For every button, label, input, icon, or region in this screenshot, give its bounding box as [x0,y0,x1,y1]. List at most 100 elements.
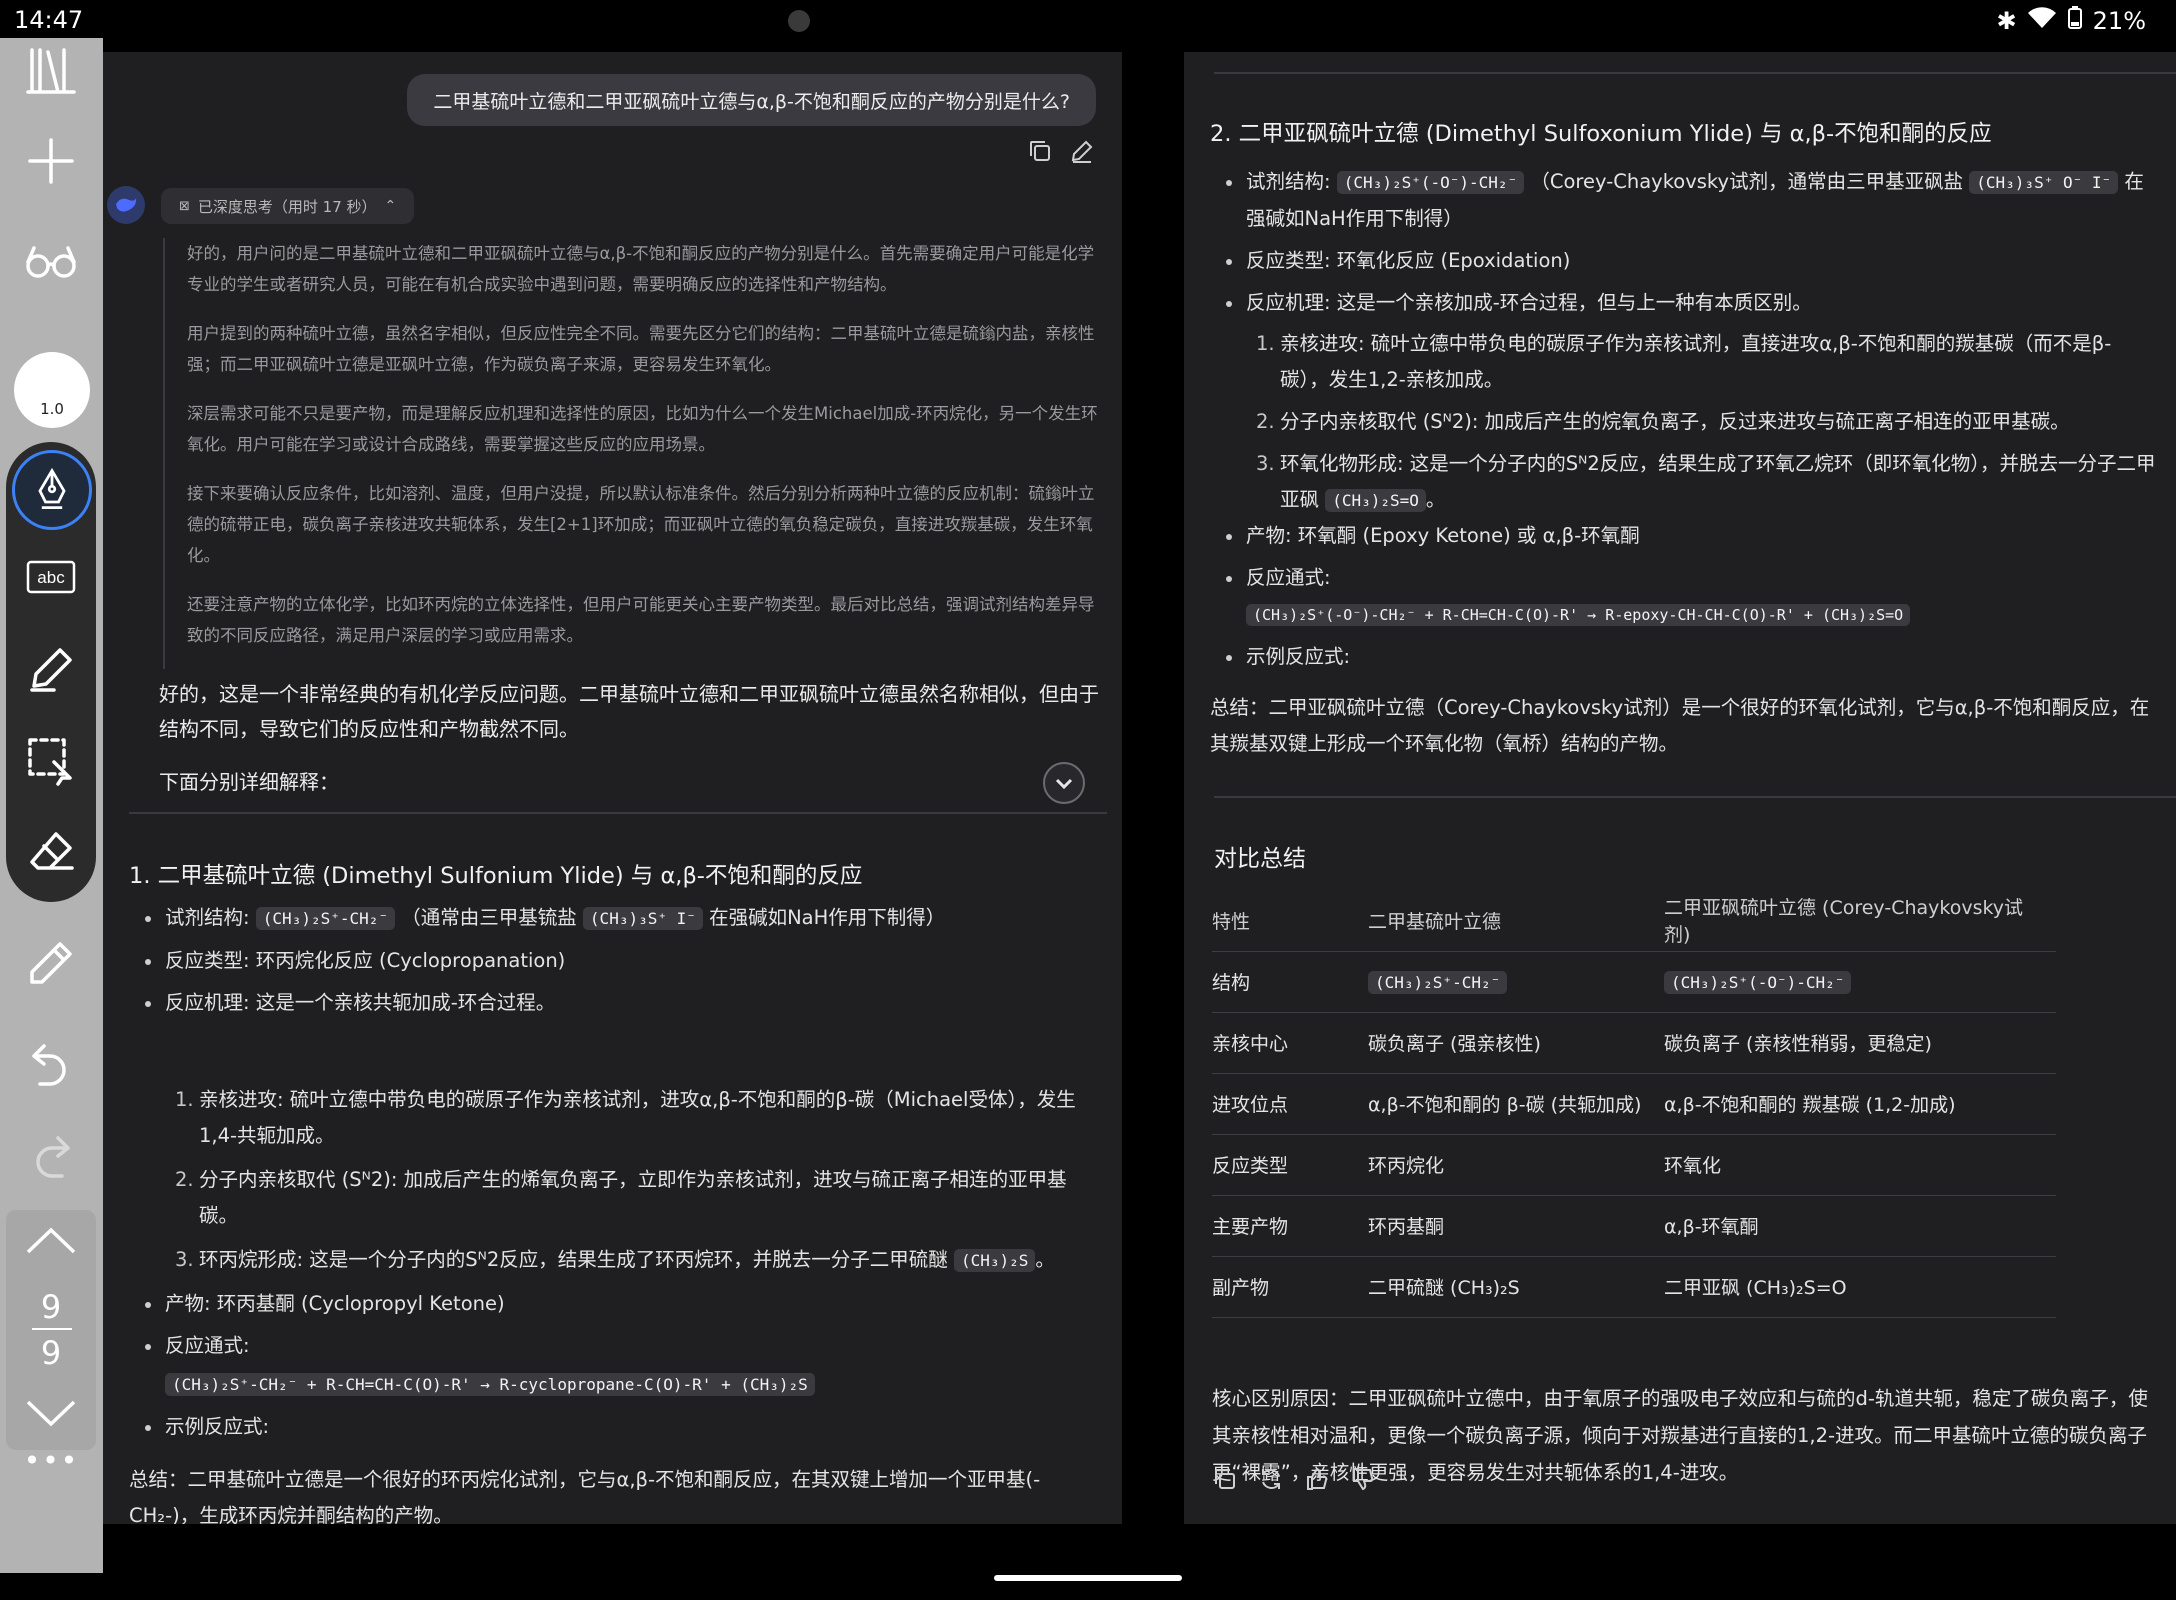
front-camera [788,10,810,32]
list-item: 反应通式: [1226,560,2156,596]
answer-subheading: 下面分别详细解释： [159,770,339,794]
add-icon[interactable] [18,128,84,194]
thinking-paragraph: 还要注意产物的立体化学，比如环丙烷的立体选择性，但用户可能更关心主要产物类型。最… [187,595,1095,645]
table-row: 进攻位点 α,β-不饱和酮的 β-碳 (共轭加成) α,β-不饱和酮的 羰基碳 … [1212,1073,2056,1135]
deep-thinking-toggle[interactable]: ⊠ 已深度思考（用时 17 秒） ⌃ [161,188,415,224]
step-item: 2. 分子内亲核取代 (Sᴺ2): 加成后产生的烯氧负离子，立即作为亲核试剂，进攻… [175,1168,1067,1227]
section-1-more: 产物: 环丙基酮 (Cyclopropyl Ketone) 反应通式: (CH₃… [145,1286,1105,1445]
table-header-cell: 二甲亚砜硫叶立德 (Corey-Chaykovsky试剂) [1664,890,2056,952]
step-item: 3. 环丙烷形成: 这是一个分子内的Sᴺ2反应，结果生成了环丙烷环，并脱去一分子二… [175,1248,1055,1272]
table-row: 结构 (CH₃)₂S⁺-CH₂⁻ (CH₃)₂S⁺(-O⁻)-CH₂⁻ [1212,951,2056,1013]
text-tool-icon[interactable]: abc [18,544,84,610]
status-bar: 14:47 ✱ 21% [0,0,2176,44]
page-up-icon[interactable] [22,1220,80,1264]
assistant-avatar [107,186,145,224]
fountain-pen-tool[interactable] [12,450,92,530]
list-item: 示例反应式: [1226,639,2156,675]
pencil-icon[interactable] [18,930,84,996]
table-cell: 亲核中心 [1212,1012,1368,1074]
table-row: 亲核中心 碳负离子 (强亲核性) 碳负离子 (亲核性稍弱，更稳定) [1212,1012,2056,1074]
table-cell: 环丙基酮 [1368,1195,1664,1257]
comparison-title: 对比总结 [1214,846,1306,872]
current-page: 9 [40,1288,62,1326]
step-item: 1. 亲核进攻: 硫叶立德中带负电的碳原子作为亲核试剂，进攻α,β-不饱和酮的β-… [175,1088,1076,1147]
table-row: 副产物 二甲硫醚 (CH₃)₂S 二甲亚砜 (CH₃)₂S=O [1212,1256,2056,1318]
list-item: 产物: 环丙基酮 (Cyclopropyl Ketone) [145,1286,1105,1322]
table-cell: 碳负离子 (强亲核性) [1368,1012,1664,1074]
equation: (CH₃)₂S⁺(-O⁻)-CH₂⁻ + R-CH=CH-C(O)-R' → R… [1246,596,2156,633]
table-cell: 副产物 [1212,1256,1368,1318]
zoom-level-button[interactable]: 1.0 [14,352,90,428]
user-question-bubble: 二甲基硫叶立德和二甲亚砜硫叶立德与α,β-不饱和酮反应的产物分别是什么? [407,74,1096,126]
table-cell: 进攻位点 [1212,1073,1368,1135]
thinking-content: 好的，用户问的是二甲基硫叶立德和二甲亚砜硫叶立德与α,β-不饱和酮反应的产物分别… [163,238,1103,669]
page-down-icon[interactable] [22,1394,80,1438]
page-divider-line [129,812,1107,814]
chevron-down-icon [1055,778,1073,790]
clock: 14:47 [14,6,84,34]
section-1-summary: 总结：二甲基硫叶立德是一个很好的环丙烷化试剂，它与α,β-不饱和酮反应，在其双键… [129,1468,1041,1524]
copy-icon[interactable] [1027,138,1057,168]
table-cell: 结构 [1212,951,1368,1013]
step-item: 3. 环氧化物形成: 这是一个分子内的Sᴺ2反应，结果生成了环氧乙烷环（即环氧化物… [1256,452,2156,512]
battery-percent: 21% [2092,7,2146,35]
section-2-steps: 1. 亲核进攻: 硫叶立德中带负电的碳原子作为亲核试剂，直接进攻α,β-不饱和酮的… [1256,326,2160,519]
section-2-title: 2. 二甲亚砜硫叶立德 (Dimethyl Sulfoxonium Ylide)… [1210,121,1992,147]
list-item: 试剂结构: (CH₃)₂S⁺-CH₂⁻ （通常由三甲基锍盐 (CH₃)₃S⁺ I… [145,900,1105,937]
table-cell: 主要产物 [1212,1195,1368,1257]
section-1-steps: 1. 亲核进攻: 硫叶立德中带负电的碳原子作为亲核试剂，进攻α,β-不饱和酮的β-… [175,1082,1099,1279]
battery-icon [2067,6,2083,36]
thumbs-up-icon[interactable] [1304,1466,1334,1496]
answer-intro: 好的，这是一个非常经典的有机化学反应问题。二甲基硫叶立德和二甲亚砜硫叶立德虽然名… [159,682,1099,741]
redo-icon[interactable] [18,1122,84,1188]
list-item: 示例反应式: [145,1409,1105,1445]
copy-icon[interactable] [1212,1466,1242,1496]
section-divider-line [1214,796,2176,798]
table-cell: (CH₃)₂S⁺-CH₂⁻ [1368,951,1664,1013]
list-item: 反应类型: 环丙烷化反应 (Cyclopropanation) [145,943,1105,979]
section-2-summary: 总结：二甲亚砜硫叶立德（Corey-Chaykovsky试剂）是一个很好的环氧化… [1210,696,2150,755]
thinking-paragraph: 好的，用户问的是二甲基硫叶立德和二甲亚砜硫叶立德与α,β-不饱和酮反应的产物分别… [187,244,1095,294]
list-item: 反应机理: 这是一个亲核共轭加成-环合过程。 [145,985,1105,1021]
page-navigator: 9 9 [6,1210,96,1450]
section-1-title: 1. 二甲基硫叶立德 (Dimethyl Sulfonium Ylide) 与 … [129,863,863,889]
list-item: 试剂结构: (CH₃)₂S⁺(-O⁻)-CH₂⁻ （Corey-Chaykovs… [1226,164,2156,237]
more-options-button[interactable]: ••• [0,1444,103,1477]
table-row: 反应类型 环丙烷化 环氧化 [1212,1134,2056,1196]
table-cell: α,β-不饱和酮的 β-碳 (共轭加成) [1368,1073,1664,1135]
comparison-table: 特性 二甲基硫叶立德 二甲亚砜硫叶立德 (Corey-Chaykovsky试剂)… [1212,890,2056,1318]
table-header-row: 特性 二甲基硫叶立德 二甲亚砜硫叶立德 (Corey-Chaykovsky试剂) [1212,890,2056,952]
library-icon[interactable] [18,38,84,104]
thinking-paragraph: 深层需求可能不只是要产物，而是理解反应机理和选择性的原因，比如为什么一个发生Mi… [187,404,1098,454]
eraser-icon[interactable] [18,820,84,886]
section-2-list: 试剂结构: (CH₃)₂S⁺(-O⁻)-CH₂⁻ （Corey-Chaykovs… [1226,164,2156,321]
thinking-icon: ⊠ [179,198,190,214]
list-item: 产物: 环氧酮 (Epoxy Ketone) 或 α,β-环氧酮 [1226,518,2156,554]
step-item: 2. 分子内亲核取代 (Sᴺ2): 加成后产生的烷氧负离子，反过来进攻与硫正离子相… [1256,410,2070,433]
home-indicator[interactable] [994,1575,1182,1581]
section-2-more: 产物: 环氧酮 (Epoxy Ketone) 或 α,β-环氧酮 反应通式: (… [1226,518,2156,675]
edit-icon[interactable] [1069,138,1099,168]
highlighter-icon[interactable] [18,636,84,702]
table-cell: 反应类型 [1212,1134,1368,1196]
tool-rail: 1.0 abc 9 9 ••• [0,38,103,1573]
regenerate-icon[interactable] [1258,1466,1288,1496]
table-cell: 二甲硫醚 (CH₃)₂S [1368,1256,1664,1318]
table-cell: (CH₃)₂S⁺(-O⁻)-CH₂⁻ [1664,951,2056,1013]
lasso-select-icon[interactable] [18,728,84,794]
status-icons: ✱ 21% [1997,6,2146,36]
whale-logo-icon [116,198,137,212]
table-cell: 碳负离子 (亲核性稍弱，更稳定) [1664,1012,2056,1074]
left-document-page: 二甲基硫叶立德和二甲亚砜硫叶立德与α,β-不饱和酮反应的产物分别是什么? ⊠ 已… [103,52,1122,1524]
thumbs-down-icon[interactable] [1350,1466,1380,1496]
table-cell: 环氧化 [1664,1134,2056,1196]
step-item: 1. 亲核进攻: 硫叶立德中带负电的碳原子作为亲核试剂，直接进攻α,β-不饱和酮的… [1256,332,2112,391]
scroll-down-button[interactable] [1043,762,1085,804]
glasses-icon[interactable] [18,228,84,294]
section-1-list: 试剂结构: (CH₃)₂S⁺-CH₂⁻ （通常由三甲基锍盐 (CH₃)₃S⁺ I… [145,900,1105,1021]
table-cell: 环丙烷化 [1368,1134,1664,1196]
list-item: 反应通式: [145,1328,1105,1364]
bluetooth-icon: ✱ [1996,7,2017,35]
table-cell: α,β-环氧酮 [1664,1195,2056,1257]
undo-icon[interactable] [18,1030,84,1096]
